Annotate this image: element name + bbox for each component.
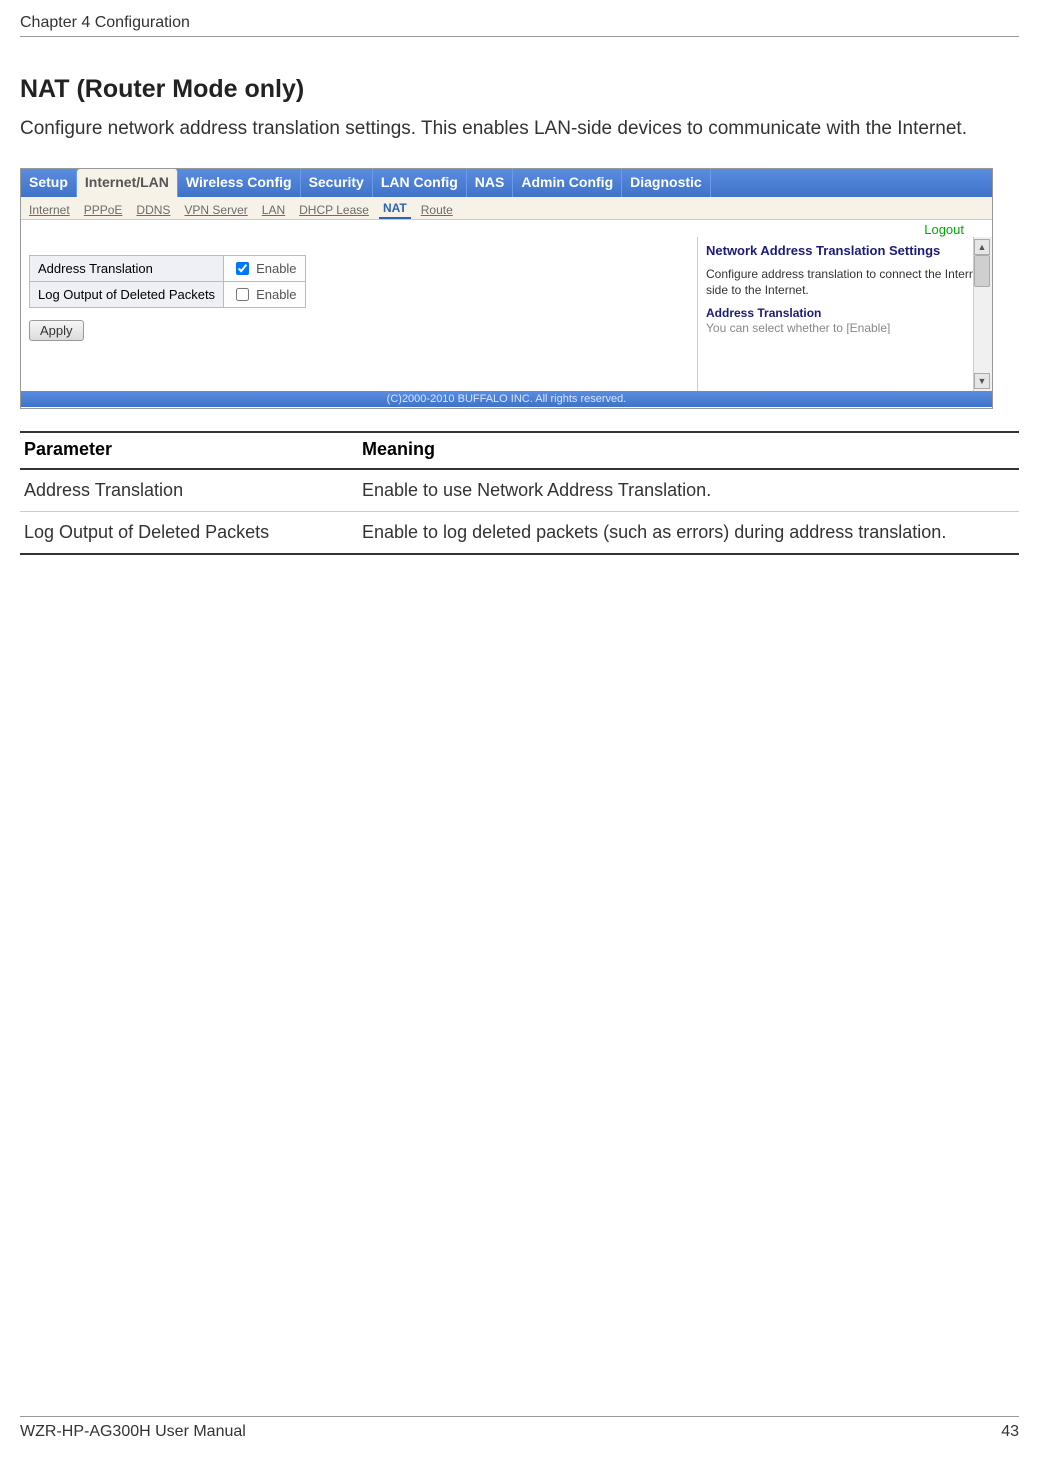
table-row: Log Output of Deleted Packets Enable to … xyxy=(20,511,1019,554)
help-subheading: Address Translation xyxy=(706,306,988,320)
header-chapter: Chapter 4 Configuration xyxy=(20,0,1019,37)
section-intro: Configure network address translation se… xyxy=(20,116,1019,142)
tab-admin-config[interactable]: Admin Config xyxy=(513,169,622,197)
param-cell: Log Output of Deleted Packets xyxy=(20,511,358,554)
log-output-checkbox[interactable] xyxy=(236,288,249,301)
subtab-vpn-server[interactable]: VPN Server xyxy=(180,203,251,219)
copyright: (C)2000-2010 BUFFALO INC. All rights res… xyxy=(21,391,992,407)
table-row: Address Translation Enable to use Networ… xyxy=(20,469,1019,512)
subtab-nat[interactable]: NAT xyxy=(379,201,411,219)
subtab-lan[interactable]: LAN xyxy=(258,203,289,219)
help-title: Network Address Translation Settings xyxy=(706,243,988,258)
param-cell: Address Translation xyxy=(20,469,358,512)
meaning-header: Meaning xyxy=(358,432,1019,469)
sub-tabs: Internet PPPoE DDNS VPN Server LAN DHCP … xyxy=(21,197,992,220)
table-row: Address Translation Enable xyxy=(30,255,306,281)
meaning-cell: Enable to log deleted packets (such as e… xyxy=(358,511,1019,554)
parameter-table: Parameter Meaning Address Translation En… xyxy=(20,431,1019,555)
footer-page: 43 xyxy=(1001,1423,1019,1441)
router-screenshot: Setup Internet/LAN Wireless Config Secur… xyxy=(20,168,993,409)
settings-table: Address Translation Enable Log Output of… xyxy=(29,255,306,308)
scroll-up-icon[interactable]: ▲ xyxy=(974,239,990,255)
table-row: Log Output of Deleted Packets Enable xyxy=(30,281,306,307)
param-header: Parameter xyxy=(20,432,358,469)
setting-label: Address Translation xyxy=(30,255,224,281)
tab-wireless-config[interactable]: Wireless Config xyxy=(178,169,301,197)
tab-internet-lan[interactable]: Internet/LAN xyxy=(77,169,178,197)
tab-lan-config[interactable]: LAN Config xyxy=(373,169,467,197)
tab-setup[interactable]: Setup xyxy=(21,169,77,197)
apply-button[interactable]: Apply xyxy=(29,320,84,341)
scroll-down-icon[interactable]: ▼ xyxy=(974,373,990,389)
subtab-ddns[interactable]: DDNS xyxy=(132,203,174,219)
checkbox-label: Enable xyxy=(256,287,296,302)
subtab-route[interactable]: Route xyxy=(417,203,457,219)
tab-diagnostic[interactable]: Diagnostic xyxy=(622,169,711,197)
help-body: Configure address translation to connect… xyxy=(706,266,988,298)
main-tabs: Setup Internet/LAN Wireless Config Secur… xyxy=(21,169,992,197)
subtab-pppoe[interactable]: PPPoE xyxy=(80,203,127,219)
footer: WZR-HP-AG300H User Manual 43 xyxy=(20,1416,1019,1459)
address-translation-checkbox[interactable] xyxy=(236,262,249,275)
meaning-cell: Enable to use Network Address Translatio… xyxy=(358,469,1019,512)
subtab-internet[interactable]: Internet xyxy=(25,203,74,219)
scroll-thumb[interactable] xyxy=(974,255,990,287)
tab-security[interactable]: Security xyxy=(301,169,373,197)
setting-label: Log Output of Deleted Packets xyxy=(30,281,224,307)
checkbox-label: Enable xyxy=(256,261,296,276)
help-trailing: You can select whether to [Enable] xyxy=(706,320,988,334)
scrollbar[interactable]: ▲ ▼ xyxy=(973,237,992,391)
tab-nas[interactable]: NAS xyxy=(467,169,514,197)
subtab-dhcp-lease[interactable]: DHCP Lease xyxy=(295,203,373,219)
footer-manual: WZR-HP-AG300H User Manual xyxy=(20,1423,246,1441)
section-title: NAT (Router Mode only) xyxy=(20,75,1019,104)
help-panel: Network Address Translation Settings Con… xyxy=(697,237,992,391)
logout-link[interactable]: Logout xyxy=(924,222,964,237)
